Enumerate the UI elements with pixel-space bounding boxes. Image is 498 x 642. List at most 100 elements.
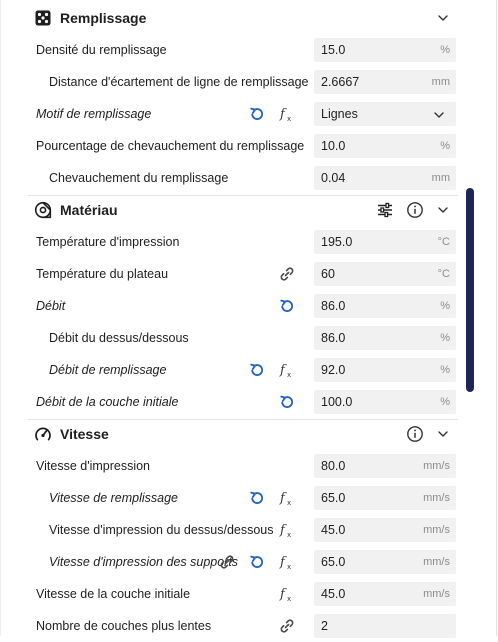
- setting-row-actions: [28, 162, 310, 194]
- section-header-actions: [376, 194, 450, 226]
- reset-icon[interactable]: [248, 489, 266, 507]
- section-header-speed[interactable]: Vitesse: [28, 418, 458, 450]
- setting-value[interactable]: 65.0: [321, 550, 345, 574]
- function-icon[interactable]: fx: [278, 553, 296, 571]
- svg-text:x: x: [287, 563, 291, 571]
- setting-value[interactable]: 65.0: [321, 486, 345, 510]
- setting-input[interactable]: 65.0 mm/s: [314, 550, 456, 574]
- reset-icon[interactable]: [248, 361, 266, 379]
- setting-input[interactable]: 60 °C: [314, 262, 456, 286]
- svg-text:x: x: [287, 499, 291, 507]
- setting-input[interactable]: 15.0%: [314, 38, 456, 62]
- setting-unit: mm/s: [423, 492, 450, 504]
- setting-unit: mm/s: [423, 556, 450, 568]
- setting-unit: mm: [431, 172, 450, 184]
- section-header-infill[interactable]: Remplissage: [28, 2, 458, 34]
- panel-right-border: [496, 0, 497, 636]
- svg-text:x: x: [287, 595, 291, 603]
- setting-input[interactable]: 0.04 mm: [314, 166, 456, 190]
- setting-value[interactable]: 0.04: [321, 166, 345, 190]
- setting-input[interactable]: 2: [314, 614, 456, 638]
- chevron-down-icon[interactable]: [436, 427, 450, 441]
- svg-text:f: f: [279, 363, 287, 378]
- setting-unit: %: [440, 332, 450, 344]
- infill-pattern-icon: [34, 9, 52, 27]
- setting-value[interactable]: 10.0: [321, 134, 345, 158]
- function-icon[interactable]: fx: [278, 489, 296, 507]
- info-icon[interactable]: [406, 425, 424, 443]
- panel-left-border: [0, 0, 1, 636]
- setting-unit: %: [440, 300, 450, 312]
- setting-input[interactable]: 86.0%: [314, 326, 456, 350]
- reset-icon[interactable]: [278, 297, 296, 315]
- setting-row-actions: [28, 226, 310, 258]
- section-header-material[interactable]: Matériau: [28, 194, 458, 226]
- setting-value[interactable]: 92.0: [321, 358, 345, 382]
- setting-row-actions: fx: [28, 578, 310, 610]
- setting-value[interactable]: 86.0: [321, 294, 345, 318]
- setting-value[interactable]: 2: [321, 614, 328, 638]
- setting-value[interactable]: 2.6667: [321, 70, 359, 94]
- setting-value[interactable]: 86.0: [321, 326, 345, 350]
- svg-text:x: x: [287, 531, 291, 539]
- settings-sliders-icon[interactable]: [376, 201, 394, 219]
- setting-value[interactable]: 100.0: [321, 390, 352, 414]
- setting-input[interactable]: 100.0%: [314, 390, 456, 414]
- setting-value[interactable]: 60: [321, 262, 335, 286]
- chevron-down-icon[interactable]: [432, 108, 446, 125]
- setting-dropdown[interactable]: Lignes: [314, 102, 456, 126]
- setting-row-actions: [28, 34, 310, 66]
- setting-row-vitesse-d-impression-des-supports: Vitesse d'impression des supports f x 65.0 m…: [28, 546, 458, 578]
- function-icon[interactable]: fx: [278, 521, 296, 539]
- setting-unit: %: [440, 140, 450, 152]
- setting-unit: °C: [437, 268, 450, 280]
- setting-value[interactable]: 45.0: [321, 582, 345, 606]
- setting-value[interactable]: 195.0: [321, 230, 352, 254]
- setting-row-vitesse-d-impression-du-dessus-dessous: Vitesse d'impression du dessus/dessous f x…: [28, 514, 458, 546]
- section-title: Remplissage: [60, 10, 147, 26]
- setting-row-actions: fx: [28, 98, 310, 130]
- setting-input[interactable]: 45.0 mm/s: [314, 582, 456, 606]
- setting-unit: °C: [437, 236, 450, 248]
- setting-input[interactable]: 80.0 mm/s: [314, 454, 456, 478]
- setting-row-distance-d-ecartement-de-ligne-de-remplissage: Distance d'écartement de ligne de rempli…: [28, 66, 458, 98]
- setting-unit: %: [440, 396, 450, 408]
- setting-row-vitesse-d-impression: Vitesse d'impression 80.0 mm/s: [28, 450, 458, 482]
- svg-text:f: f: [279, 587, 287, 602]
- function-icon[interactable]: fx: [278, 361, 296, 379]
- reset-icon[interactable]: [248, 553, 266, 571]
- setting-input[interactable]: 2.6667 mm: [314, 70, 456, 94]
- info-icon[interactable]: [406, 201, 424, 219]
- setting-input[interactable]: 10.0%: [314, 134, 456, 158]
- setting-value[interactable]: Lignes: [321, 102, 358, 126]
- setting-row-motif-de-remplissage: Motif de remplissage f x Lignes: [28, 98, 458, 130]
- setting-input[interactable]: 45.0 mm/s: [314, 518, 456, 542]
- section-title: Matériau: [60, 202, 118, 218]
- setting-input[interactable]: 65.0 mm/s: [314, 486, 456, 510]
- setting-row-actions: [28, 290, 310, 322]
- link-icon[interactable]: [278, 617, 296, 635]
- function-icon[interactable]: fx: [278, 585, 296, 603]
- setting-input[interactable]: 86.0%: [314, 294, 456, 318]
- setting-row-actions: fx: [28, 354, 310, 386]
- setting-row-temperature-du-plateau: Température du plateau 60 °C: [28, 258, 458, 290]
- reset-icon[interactable]: [278, 393, 296, 411]
- setting-row-actions: [28, 130, 310, 162]
- setting-value[interactable]: 45.0: [321, 518, 345, 542]
- scrollbar-thumb[interactable]: [466, 188, 474, 392]
- link-icon[interactable]: [278, 265, 296, 283]
- setting-row-actions: [28, 322, 310, 354]
- link-icon[interactable]: [218, 553, 236, 571]
- chevron-down-icon[interactable]: [436, 11, 450, 25]
- setting-value[interactable]: 15.0: [321, 38, 345, 62]
- chevron-down-icon[interactable]: [436, 203, 450, 217]
- function-icon[interactable]: fx: [278, 105, 296, 123]
- setting-row-actions: [28, 450, 310, 482]
- setting-input[interactable]: 92.0%: [314, 358, 456, 382]
- setting-value[interactable]: 80.0: [321, 454, 345, 478]
- reset-icon[interactable]: [248, 105, 266, 123]
- setting-input[interactable]: 195.0 °C: [314, 230, 456, 254]
- setting-row-actions: fx: [28, 546, 310, 578]
- setting-row-debit-de-la-couche-initiale: Débit de la couche initiale 100.0%: [28, 386, 458, 418]
- setting-unit: mm/s: [423, 588, 450, 600]
